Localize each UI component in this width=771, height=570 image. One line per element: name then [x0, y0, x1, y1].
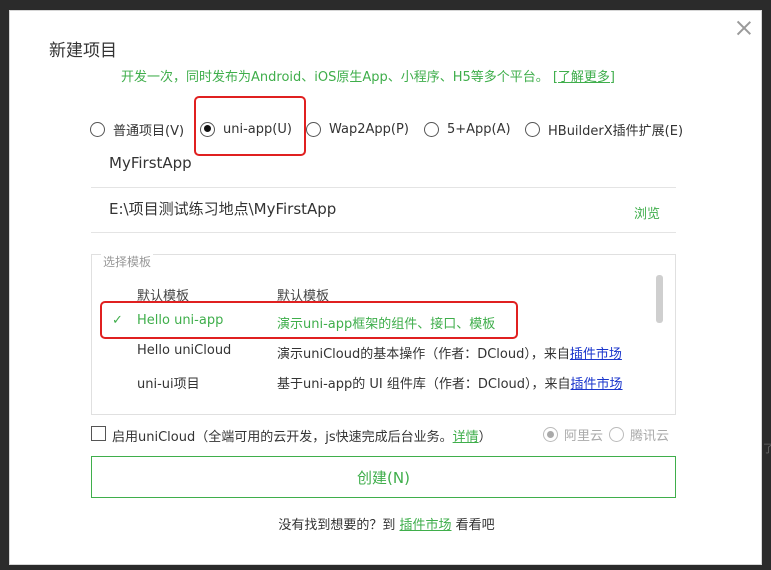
project-name-field	[91, 146, 676, 188]
radio-icon	[424, 121, 439, 137]
template-scrollbar[interactable]	[656, 275, 663, 323]
create-button[interactable]: 创建(N)	[91, 456, 676, 498]
radio-tencent-cloud[interactable]: 腾讯云	[609, 425, 669, 444]
template-group: 选择模板 默认模板 默认模板 ✓ Hello uni-app 演示uni-app…	[91, 253, 676, 415]
radio-selected-icon	[543, 427, 558, 442]
project-type-group: 普通项目(V) uni-app(U) Wap2App(P) 5+App(A) H…	[90, 119, 760, 139]
unicloud-row: 启用uniCloud（全端可用的云开发，js快速完成后台业务。详情） 阿里云 腾…	[91, 425, 676, 445]
radio-label: Wap2App(P)	[329, 121, 409, 137]
radio-icon	[525, 121, 540, 137]
radio-icon	[306, 121, 321, 137]
unicloud-detail-link[interactable]: 详情	[453, 430, 479, 445]
new-project-dialog: 新建项目 开发一次，同时发布为Android、iOS原生App、小程序、H5等多…	[9, 10, 762, 565]
check-icon: ✓	[112, 313, 123, 328]
project-path-input[interactable]	[109, 199, 609, 217]
dialog-subtitle: 开发一次，同时发布为Android、iOS原生App、小程序、H5等多个平台。 […	[121, 66, 615, 85]
plugin-market-link[interactable]: 插件市场	[571, 377, 623, 392]
unicloud-label: 启用uniCloud（全端可用的云开发，js快速完成后台业务。详情）	[112, 426, 492, 445]
template-legend: 选择模板	[101, 253, 154, 270]
template-name: Hello uniCloud	[137, 343, 232, 358]
template-desc: 演示uniCloud的基本操作（作者：DCloud），来自插件市场	[277, 343, 622, 362]
radio-5plus-app[interactable]: 5+App(A)	[424, 119, 511, 139]
template-desc-text: 演示uniCloud的基本操作（作者：DCloud），来自	[277, 347, 570, 362]
unicloud-close-paren: ）	[478, 430, 492, 445]
learn-more-link[interactable]: [了解更多]	[553, 70, 615, 85]
radio-selected-icon	[200, 121, 215, 137]
unicloud-text: 启用uniCloud（全端可用的云开发，js快速完成后台业务。	[112, 430, 453, 445]
template-name: Hello uni-app	[137, 313, 224, 328]
footer-suffix: 看看吧	[455, 518, 495, 533]
template-desc-text: 基于uni-app的 UI 组件库（作者：DCloud），来自	[277, 377, 571, 392]
radio-label: 5+App(A)	[447, 121, 511, 137]
footer-text: 没有找到想要的？到 插件市场 看看吧	[10, 514, 763, 533]
project-name-input[interactable]	[109, 154, 609, 172]
background-text-fragment: 了	[763, 442, 771, 455]
radio-label: 阿里云	[564, 429, 604, 444]
radio-hbuilderx-plugin[interactable]: HBuilderX插件扩展(E)	[525, 119, 683, 139]
radio-label: 普通项目(V)	[113, 123, 185, 139]
footer-plugin-market-link[interactable]: 插件市场	[399, 518, 451, 533]
radio-normal-project[interactable]: 普通项目(V)	[90, 119, 184, 139]
plugin-market-link[interactable]: 插件市场	[570, 347, 622, 362]
radio-wap2app[interactable]: Wap2App(P)	[306, 119, 409, 139]
template-name: uni-ui项目	[137, 377, 200, 392]
template-header-desc: 默认模板	[277, 289, 330, 304]
browse-button[interactable]: 浏览	[634, 203, 660, 222]
radio-label: 腾讯云	[630, 429, 670, 444]
unicloud-checkbox[interactable]	[91, 426, 106, 441]
watermark: @稀土掘金技术社区	[612, 536, 748, 554]
close-icon[interactable]	[735, 19, 753, 37]
project-path-field: 浏览	[91, 191, 676, 233]
template-row-hello-uni-app[interactable]: ✓ Hello uni-app 演示uni-app框架的组件、接口、模板	[92, 308, 652, 336]
dialog-title: 新建项目	[49, 41, 117, 61]
radio-aliyun[interactable]: 阿里云	[543, 425, 603, 444]
template-desc: 基于uni-app的 UI 组件库（作者：DCloud），来自插件市场	[277, 373, 623, 392]
template-header-name: 默认模板	[137, 289, 190, 304]
radio-label: uni-app(U)	[223, 121, 292, 137]
template-row-uni-ui[interactable]: uni-ui项目 基于uni-app的 UI 组件库（作者：DCloud），来自…	[92, 368, 652, 396]
radio-icon	[90, 121, 105, 137]
footer-prefix: 没有找到想要的？到	[278, 518, 396, 533]
radio-uni-app[interactable]: uni-app(U)	[200, 119, 292, 139]
template-row-hello-unicloud[interactable]: Hello uniCloud 演示uniCloud的基本操作（作者：DCloud…	[92, 338, 652, 366]
subtitle-text: 开发一次，同时发布为Android、iOS原生App、小程序、H5等多个平台。	[121, 70, 549, 85]
radio-icon	[609, 427, 624, 442]
radio-label: HBuilderX插件扩展(E)	[548, 123, 684, 139]
template-desc: 演示uni-app框架的组件、接口、模板	[277, 317, 496, 332]
